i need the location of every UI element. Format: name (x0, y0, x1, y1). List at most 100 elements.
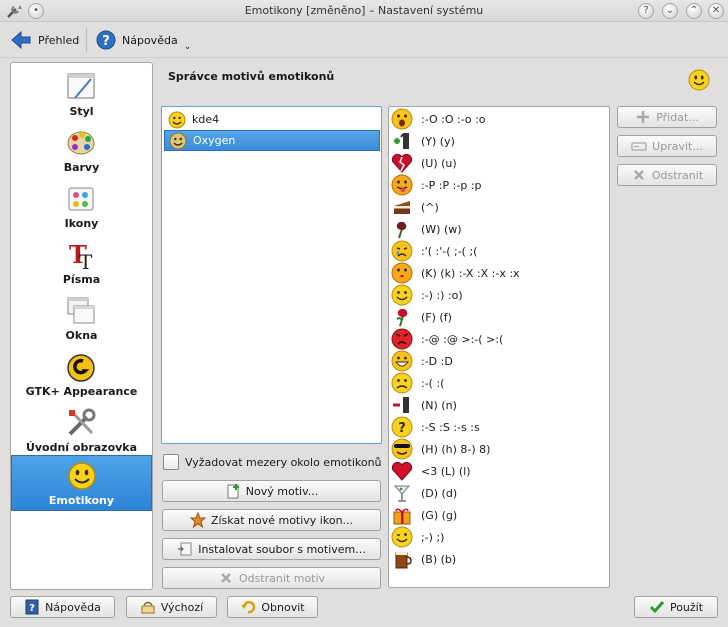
emoticon-row[interactable]: :-D :D (391, 350, 453, 372)
sidebar-item-label: Okna (65, 329, 98, 342)
emoticon-row[interactable]: :-P :P :-p :p (391, 174, 481, 196)
minimize-button[interactable]: ⌄ (662, 3, 678, 19)
emoticon-row[interactable]: (B) (b) (391, 548, 456, 570)
crying-face-icon (391, 240, 413, 262)
category-sidebar: Styl Barvy Ikony T T Písma Okna GTK+ App… (10, 62, 153, 590)
emoticon-row[interactable]: (G) (g) (391, 504, 457, 526)
theme-item-oxygen[interactable]: Oxygen (164, 130, 380, 151)
new-document-icon (227, 484, 239, 499)
overview-button[interactable]: Přehled (10, 28, 79, 52)
cake-icon (394, 201, 410, 214)
chevron-down-icon: ⌄ (183, 42, 192, 52)
emoticon-row[interactable]: (D) (d) (391, 482, 457, 504)
theme-list[interactable]: kde4 Oxygen (161, 106, 382, 444)
remove-theme-button[interactable]: Odstranit motiv (162, 567, 381, 589)
emoticon-text: :-( :( (421, 376, 445, 390)
surprised-face-icon (391, 108, 413, 130)
edit-emoticon-button[interactable]: Upravit... (617, 135, 717, 157)
settings-window: • Emotikony [změněno] – Nastavení systém… (0, 0, 728, 627)
sidebar-item-style[interactable]: Styl (11, 67, 152, 123)
emoticon-row[interactable]: (N) (n) (391, 394, 457, 416)
emoticon-text: :-@ :@ >:-( >:( (421, 332, 504, 346)
emoticon-row[interactable]: (W) (w) (391, 218, 462, 240)
title-bar: • Emotikony [změněno] – Nastavení systém… (0, 0, 728, 22)
help-window-button[interactable]: ? (638, 3, 654, 19)
style-icon (67, 73, 95, 99)
help-menu-button[interactable]: ? Nápověda ⌄ (96, 28, 191, 52)
emoticon-row[interactable]: :-) :) :o) (391, 284, 463, 306)
color-palette-icon (67, 131, 95, 155)
add-emoticon-button[interactable]: Přidat... (617, 106, 717, 128)
defaults-button[interactable]: Výchozí (126, 596, 217, 618)
emoticon-row[interactable]: (^) (391, 196, 439, 218)
install-theme-file-button[interactable]: Instalovat soubor s motivem... (162, 538, 381, 560)
help-label: Nápověda (122, 33, 178, 47)
back-arrow-icon (11, 30, 31, 50)
star-icon (189, 512, 206, 528)
heart-icon (391, 461, 413, 481)
help-button[interactable]: ? Nápověda (10, 596, 115, 618)
emoticon-row[interactable]: (Y) (y) (391, 130, 455, 152)
emoticon-text: :-S :S :-s :s (421, 420, 480, 434)
close-button[interactable]: ✕ (708, 3, 724, 19)
angry-face-icon (391, 328, 413, 350)
page-title: Správce motivů emotikonů (168, 70, 335, 83)
sidebar-item-colors[interactable]: Barvy (11, 123, 152, 179)
require-spaces-checkbox[interactable] (163, 454, 179, 470)
emoticon-text: (W) (w) (421, 222, 462, 236)
add-icon (637, 111, 650, 123)
require-spaces-option[interactable]: Vyžadovat mezery okolo emotikonů (163, 453, 382, 471)
sidebar-item-label: Emotikony (48, 494, 115, 507)
overview-label: Přehled (38, 33, 80, 47)
emoticon-text: (^) (421, 200, 439, 214)
theme-name: Oxygen (193, 134, 236, 147)
emoticon-row[interactable]: <3 (L) (l) (391, 460, 471, 482)
emoticon-list[interactable]: :-O :O :-o :o (Y) (y) (U) (u) :-P :P :-p :p… (388, 106, 610, 588)
emoticon-text: :'( :'-( ;-( ;( (421, 244, 478, 258)
remove-emoticon-button[interactable]: Odstranit (617, 164, 717, 186)
smiley-icon (168, 111, 186, 128)
gift-icon (393, 508, 411, 525)
get-new-themes-button[interactable]: Získat nové motivy ikon... (162, 509, 381, 531)
emoticon-row[interactable]: (K) (k) :-X :X :-x :x (391, 262, 520, 284)
sidebar-item-gtk-appearance[interactable]: GTK+ Appearance (11, 347, 152, 403)
emoticon-text: (G) (g) (421, 508, 458, 522)
emoticon-row[interactable]: :'( :'-( ;-( ;( (391, 240, 477, 262)
emoticon-text: :-P :P :-p :p (421, 178, 482, 192)
emoticon-row[interactable]: ;-) ;) (391, 526, 444, 548)
install-file-icon (178, 542, 192, 556)
emoticon-row[interactable]: :-O :O :-o :o (391, 108, 486, 130)
sidebar-item-fonts[interactable]: T T Písma (11, 235, 152, 291)
emoticon-row[interactable]: :-@ :@ >:-( >:( (391, 328, 503, 350)
emoticon-text: <3 (L) (l) (421, 464, 471, 478)
apply-button[interactable]: Použít (634, 596, 718, 618)
emoticon-text: ;-) ;) (421, 530, 445, 544)
sidebar-item-windows[interactable]: Okna (11, 291, 152, 347)
emoticon-row[interactable]: ? :-S :S :-s :s (391, 416, 480, 438)
sidebar-item-label: GTK+ Appearance (25, 385, 138, 398)
smiley-icon (169, 132, 187, 149)
sunglasses-face-icon (391, 438, 413, 460)
reset-button[interactable]: Obnovit (227, 596, 318, 618)
sidebar-item-icons[interactable]: Ikony (11, 179, 152, 235)
maximize-button[interactable]: ⌃ (686, 3, 702, 19)
require-spaces-label: Vyžadovat mezery okolo emotikonů (185, 455, 382, 469)
emoticon-row[interactable]: :-( :( (391, 372, 444, 394)
sidebar-item-splash-screen[interactable]: Úvodní obrazovka (11, 403, 152, 459)
confused-face-icon: ? (391, 416, 413, 438)
emoticon-row[interactable]: (U) (u) (391, 152, 457, 174)
emoticon-text: (B) (b) (421, 552, 457, 566)
undo-icon (241, 600, 256, 614)
emoticon-row[interactable]: (F) (f) (391, 306, 452, 328)
emoticon-text: :-O :O :-o :o (421, 112, 486, 126)
emoticon-row[interactable]: (H) (h) 8-) 8) (391, 438, 490, 460)
help-icon: ? (96, 30, 116, 50)
thumbs-down-minus-icon (393, 397, 409, 413)
window-title: Emotikony [změněno] – Nastavení systému (244, 4, 484, 17)
sidebar-item-emoticons[interactable]: Emotikony (11, 455, 152, 511)
theme-item-kde4[interactable]: kde4 (164, 109, 380, 130)
windows-icon (67, 297, 95, 324)
sidebar-item-label: Ikony (64, 217, 99, 230)
tools-icon (68, 408, 96, 436)
new-theme-button[interactable]: Nový motiv... (162, 480, 381, 502)
